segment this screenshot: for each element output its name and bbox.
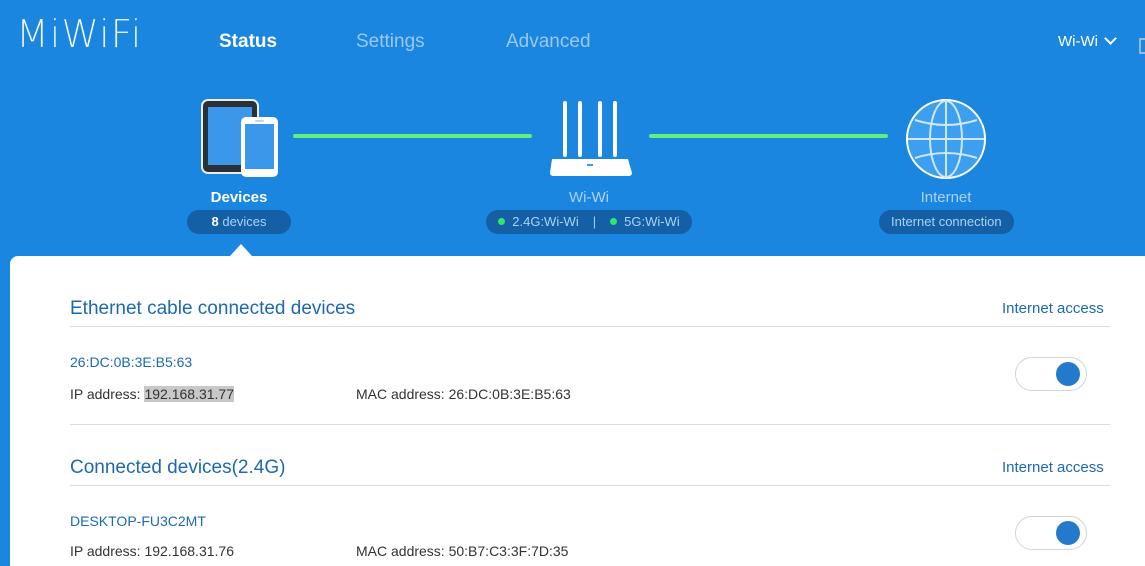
miwifi-logo[interactable]: MiWiFi (16, 12, 142, 56)
toggle-knob (1056, 521, 1080, 545)
internet-node[interactable]: Internet Internet connection (879, 189, 1014, 234)
router-name-dropdown[interactable]: Wi-Wi (1058, 32, 1117, 50)
section-title-ethernet: Ethernet cable connected devices (70, 298, 356, 319)
internet-status-badge: Internet connection (879, 210, 1014, 234)
router-internet-link (649, 134, 888, 138)
device-mac: MAC address: 26:DC:0B:3E:B5:63 (356, 386, 571, 402)
divider (70, 424, 1110, 425)
internet-access-header: Internet access (1002, 459, 1104, 476)
band-5g-label: 5G:Wi-Wi (624, 214, 680, 229)
wifi-bands-badge: 2.4G:Wi-Wi | 5G:Wi-Wi (486, 210, 692, 234)
internet-access-toggle[interactable] (1015, 357, 1087, 391)
devices-count-badge: 8 devices (187, 210, 291, 234)
divider (70, 485, 1110, 486)
router-name-label: Wi-Wi (1058, 33, 1098, 50)
router-icon[interactable] (548, 101, 634, 184)
window-icon[interactable] (1139, 38, 1145, 54)
router-node[interactable]: Wi-Wi 2.4G:Wi-Wi | 5G:Wi-Wi (482, 189, 696, 234)
ip-value: 192.168.31.77 (144, 386, 234, 402)
router-label: Wi-Wi (569, 189, 609, 206)
top-header: MiWiFi Status Settings Advanced Wi-Wi De… (0, 0, 1145, 256)
nav-settings-tab[interactable]: Settings (356, 31, 425, 53)
nav-advanced-tab[interactable]: Advanced (506, 31, 591, 53)
devices-router-link (293, 134, 532, 138)
device-ip: IP address: 192.168.31.77 (70, 386, 234, 402)
divider (70, 326, 1110, 327)
device-mac: MAC address: 50:B7:C3:3F:7D:35 (356, 543, 569, 559)
devices-node[interactable]: Devices 8 devices (187, 189, 291, 234)
internet-access-toggle[interactable] (1015, 516, 1087, 550)
devices-label: Devices (210, 189, 268, 206)
nav-status-tab[interactable]: Status (219, 31, 277, 53)
device-name[interactable]: DESKTOP-FU3C2MT (70, 513, 206, 529)
globe-icon[interactable] (905, 98, 987, 185)
status-dot-icon (498, 218, 506, 226)
devices-icon[interactable] (201, 99, 279, 184)
section-title-24g: Connected devices(2.4G) (70, 457, 286, 478)
toggle-knob (1056, 362, 1080, 386)
internet-label: Internet (920, 189, 972, 206)
selected-node-pointer (230, 244, 252, 256)
internet-access-header: Internet access (1002, 300, 1104, 317)
status-dot-icon (610, 218, 618, 226)
chevron-down-icon (1104, 32, 1117, 45)
device-name[interactable]: 26:DC:0B:3E:B5:63 (70, 354, 192, 370)
device-list-panel: Ethernet cable connected devices Interne… (10, 256, 1145, 566)
device-ip: IP address: 192.168.31.76 (70, 543, 234, 559)
band-24g-label: 2.4G:Wi-Wi (512, 214, 579, 229)
